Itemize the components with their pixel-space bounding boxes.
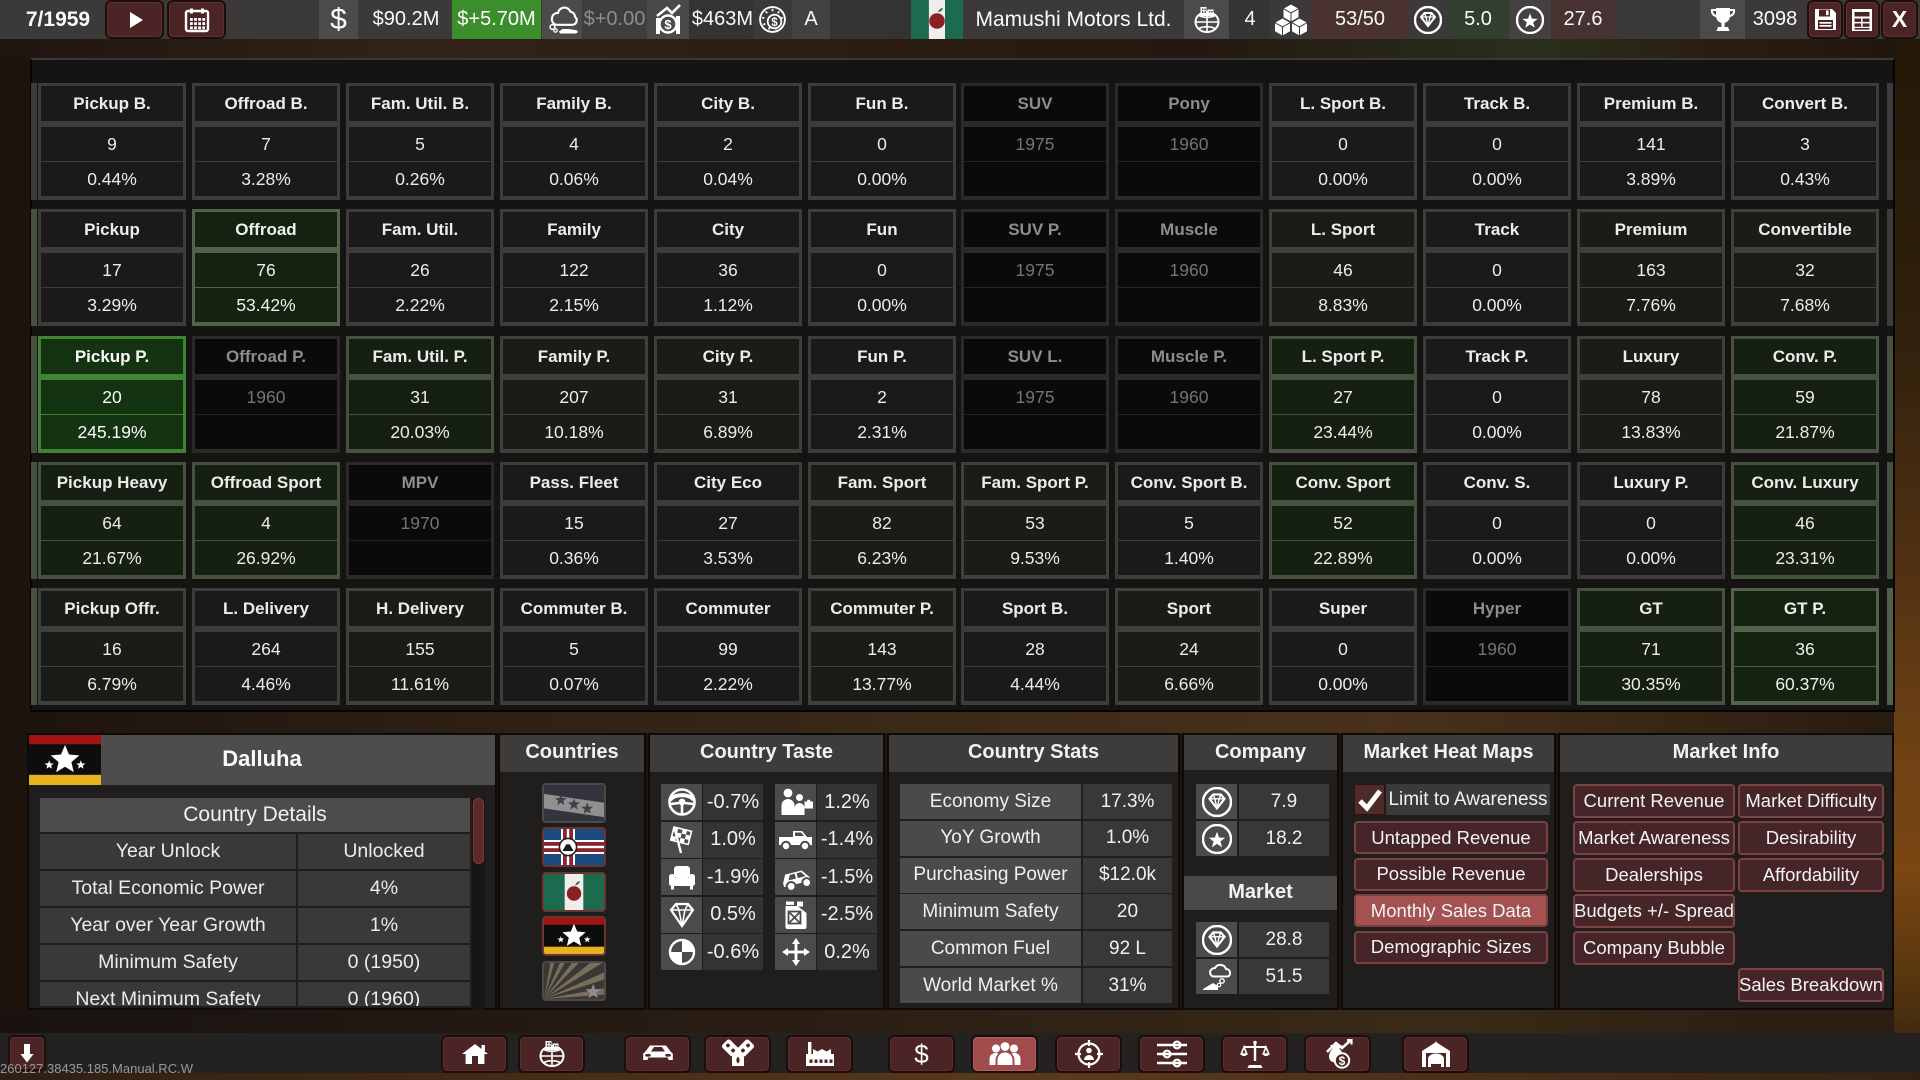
svg-text:$: $: [1338, 1054, 1345, 1068]
svg-text:$: $: [664, 17, 672, 32]
svg-text:$: $: [771, 17, 778, 29]
